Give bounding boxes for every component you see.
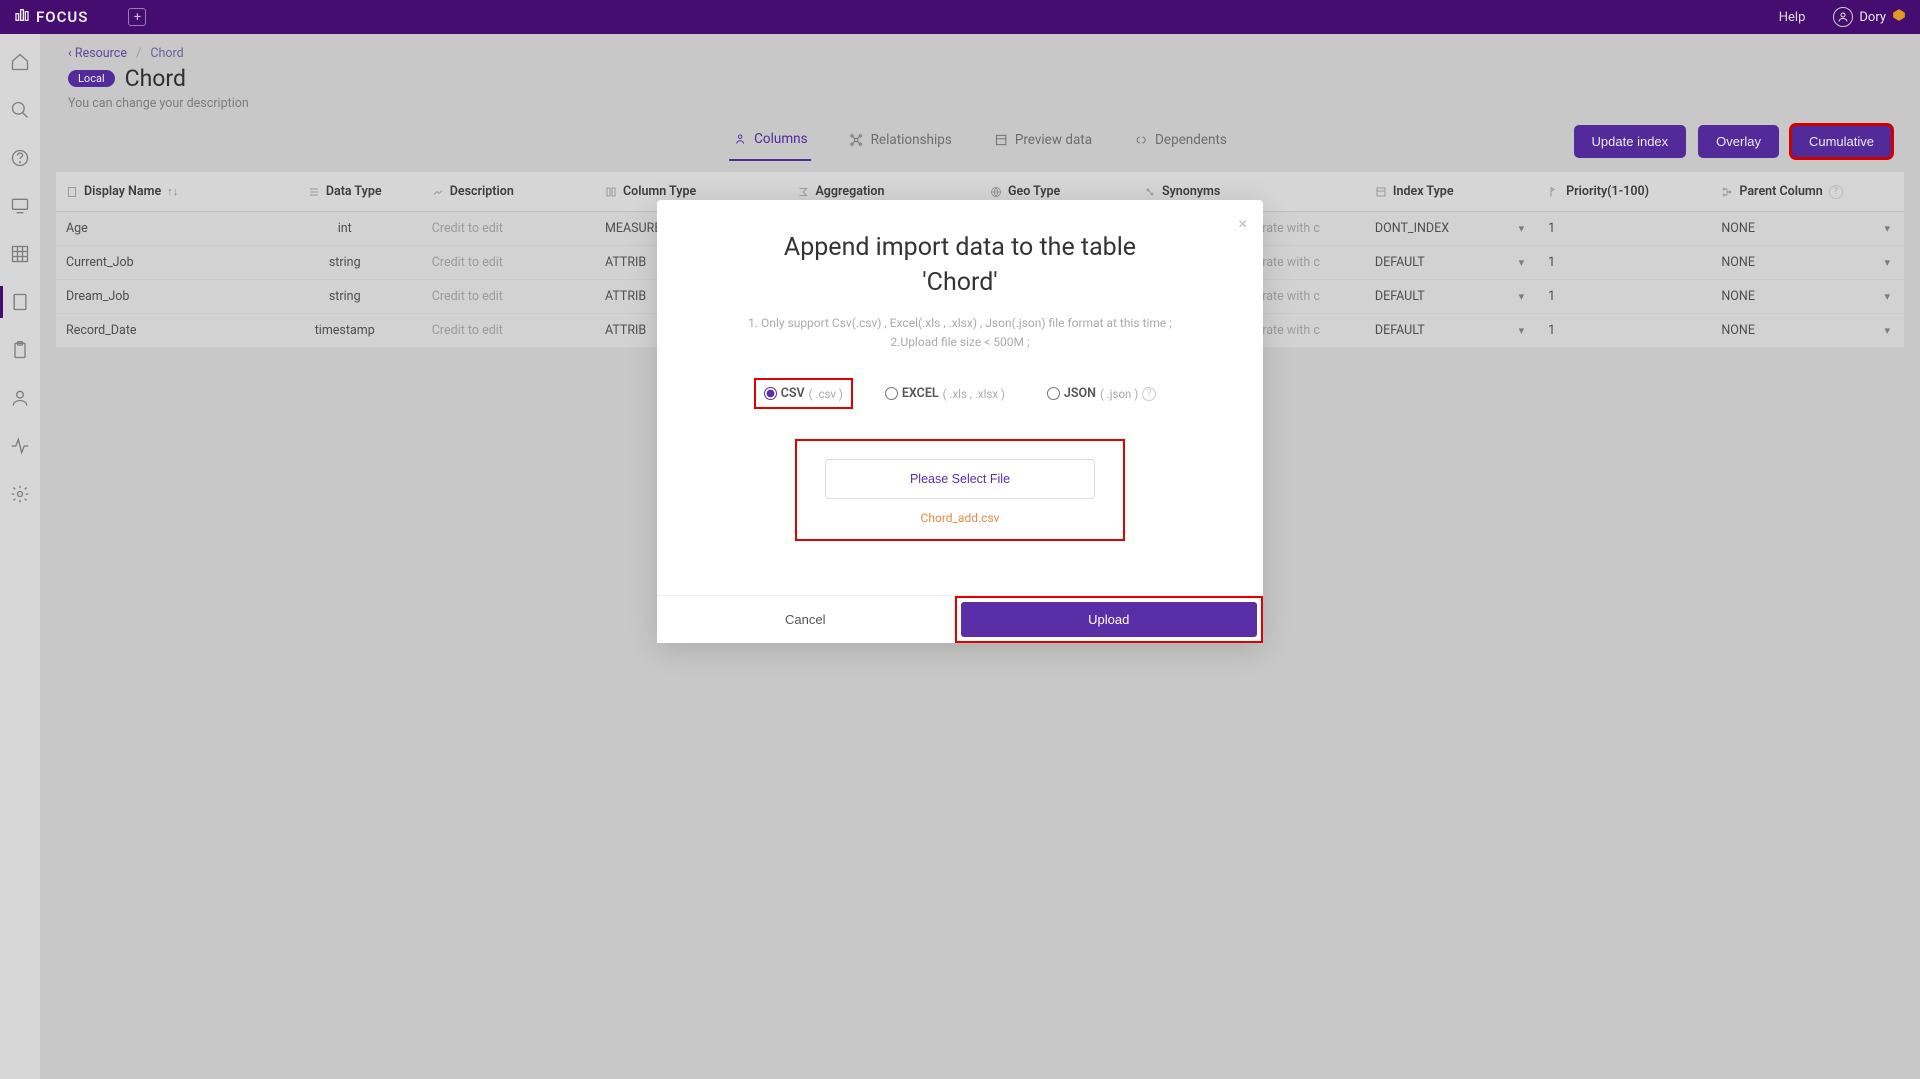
format-csv-radio[interactable] — [764, 387, 777, 400]
modal-note-1: 1. Only support Csv(.csv) , Excel(.xls ,… — [748, 316, 1172, 330]
json-help-icon[interactable]: ? — [1142, 387, 1156, 401]
selected-file-name: Chord_add.csv — [811, 511, 1109, 525]
file-select-area: Please Select File Chord_add.csv — [797, 441, 1123, 539]
format-json-ext: ( .json ) — [1100, 387, 1138, 401]
modal-title: Append import data to the table 'Chord' — [691, 230, 1229, 300]
cancel-button[interactable]: Cancel — [657, 596, 955, 643]
select-file-button[interactable]: Please Select File — [825, 459, 1095, 499]
format-excel-option[interactable]: EXCEL ( .xls , .xlsx ) — [877, 380, 1013, 407]
upload-button[interactable]: Upload — [961, 602, 1258, 637]
format-json-radio[interactable] — [1047, 387, 1060, 400]
format-radio-group: CSV ( .csv ) EXCEL ( .xls , .xlsx ) JSON ( … — [691, 380, 1229, 407]
format-csv-ext: ( .csv ) — [809, 387, 843, 401]
format-json-option[interactable]: JSON ( .json ) ? — [1039, 380, 1164, 407]
import-modal: × Append import data to the table 'Chord… — [657, 200, 1263, 643]
format-excel-label: EXCEL — [902, 386, 939, 401]
modal-note-2: 2.Upload file size < 500M ; — [891, 335, 1030, 349]
format-csv-option[interactable]: CSV ( .csv ) — [756, 380, 851, 407]
format-excel-radio[interactable] — [885, 387, 898, 400]
format-json-label: JSON — [1064, 386, 1096, 401]
modal-title-line1: Append import data to the table — [784, 233, 1136, 262]
format-excel-ext: ( .xls , .xlsx ) — [943, 387, 1005, 401]
modal-title-line2: 'Chord' — [922, 268, 997, 297]
modal-note: 1. Only support Csv(.csv) , Excel(.xls ,… — [691, 314, 1229, 352]
upload-button-wrap: Upload — [955, 596, 1264, 643]
modal-close-icon[interactable]: × — [1238, 214, 1247, 233]
modal-actions: Cancel Upload — [657, 595, 1263, 643]
format-csv-label: CSV — [781, 386, 805, 401]
